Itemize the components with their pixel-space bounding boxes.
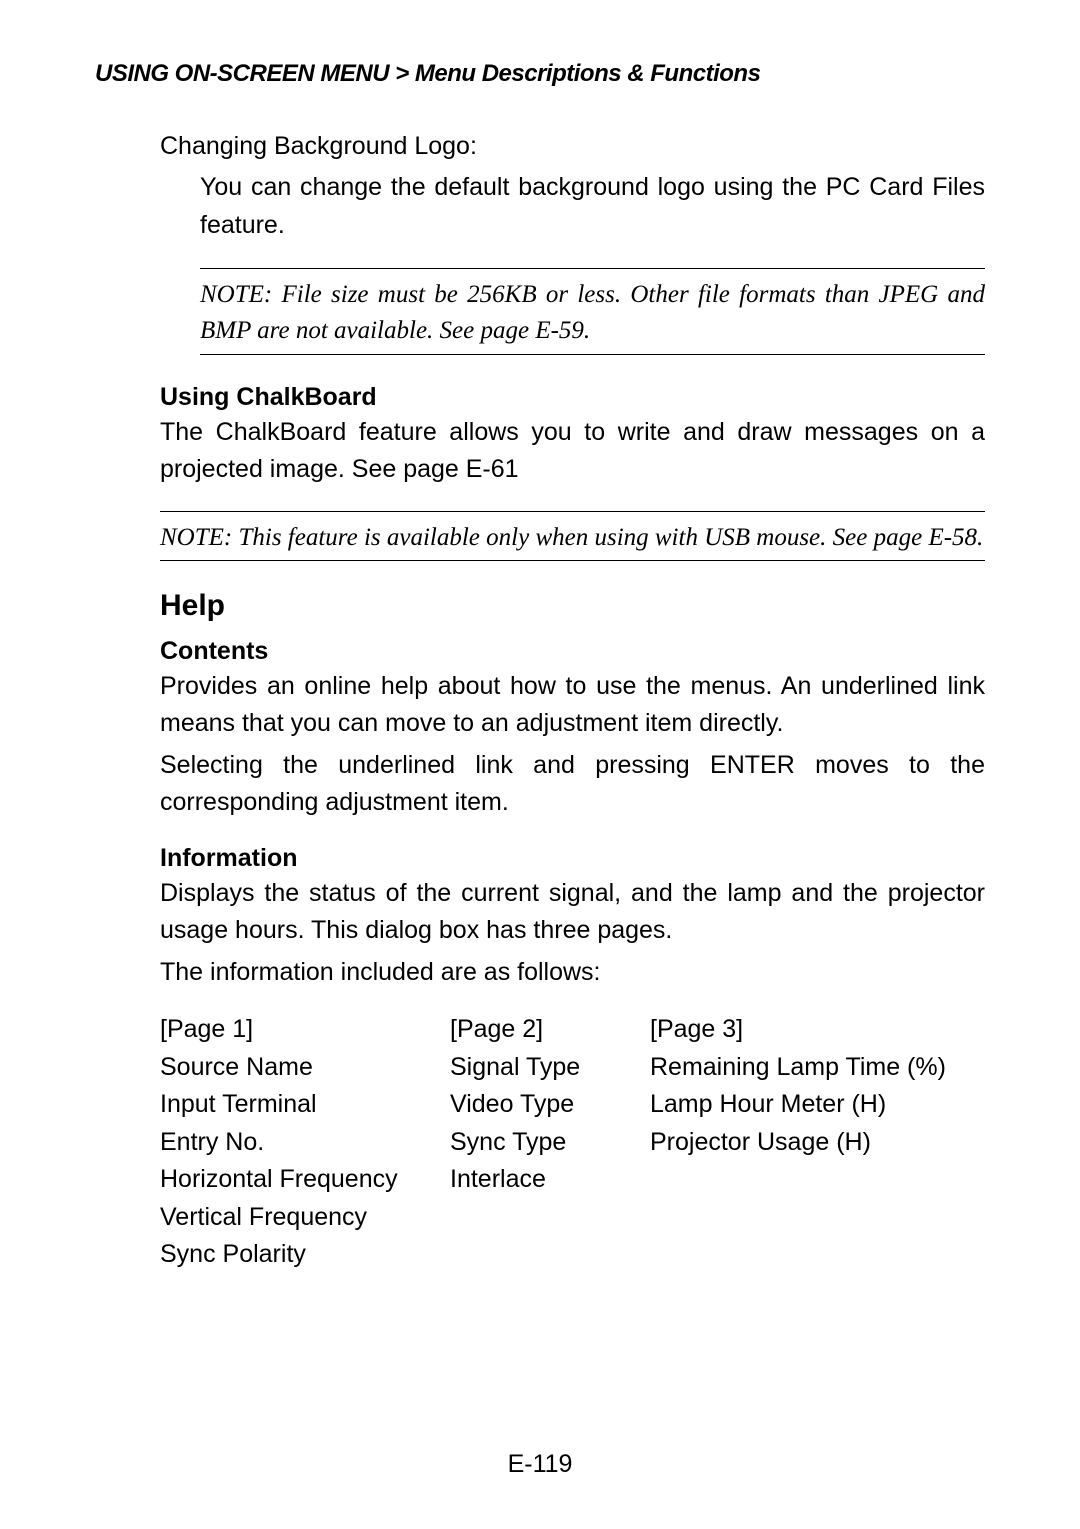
section-changing-logo-body: You can change the default background lo… (160, 169, 985, 244)
chevron-right-icon: > (395, 60, 415, 87)
section-chalkboard-heading: Using ChalkBoard (160, 383, 985, 412)
page2-header: [Page 2] (450, 1011, 650, 1049)
contents-body-1: Provides an online help about how to use… (160, 668, 985, 743)
help-heading: Help (160, 589, 985, 623)
page1-header: [Page 1] (160, 1011, 450, 1049)
page2-row: Video Type (450, 1086, 650, 1124)
breadcrumb: USING ON-SCREEN MENU > Menu Descriptions… (95, 60, 985, 88)
contents-heading: Contents (160, 637, 985, 666)
information-body-2: The information included are as follows: (160, 954, 985, 992)
page3-header: [Page 3] (650, 1011, 985, 1049)
page1-row: Sync Polarity (160, 1236, 450, 1274)
note-block-logo: NOTE: File size must be 256KB or less. O… (160, 268, 985, 355)
page3-row: Remaining Lamp Time (%) (650, 1049, 985, 1087)
main-content: Changing Background Logo: You can change… (95, 132, 985, 1274)
page1-row: Entry No. (160, 1124, 450, 1162)
page3-column: [Page 3] Remaining Lamp Time (%) Lamp Ho… (650, 1011, 985, 1274)
page-number: E-119 (0, 1450, 1080, 1479)
information-heading: Information (160, 844, 985, 873)
breadcrumb-part1: USING ON-SCREEN MENU (95, 60, 389, 87)
page1-column: [Page 1] Source Name Input Terminal Entr… (160, 1011, 450, 1274)
page1-row: Input Terminal (160, 1086, 450, 1124)
page2-row: Signal Type (450, 1049, 650, 1087)
page1-row: Vertical Frequency (160, 1199, 450, 1237)
page2-row: Interlace (450, 1161, 650, 1199)
information-body-1: Displays the status of the current signa… (160, 875, 985, 950)
page1-row: Source Name (160, 1049, 450, 1087)
contents-body-2: Selecting the underlined link and pressi… (160, 747, 985, 822)
note-text-chalkboard: NOTE: This feature is available only whe… (160, 511, 985, 561)
information-pages-table: [Page 1] Source Name Input Terminal Entr… (160, 1011, 985, 1274)
page2-row: Sync Type (450, 1124, 650, 1162)
page1-row: Horizontal Frequency (160, 1161, 450, 1199)
note-block-chalkboard: NOTE: This feature is available only whe… (160, 511, 985, 561)
section-chalkboard-body: The ChalkBoard feature allows you to wri… (160, 414, 985, 489)
page3-row: Projector Usage (H) (650, 1124, 985, 1162)
page3-row: Lamp Hour Meter (H) (650, 1086, 985, 1124)
breadcrumb-part2: Menu Descriptions & Functions (415, 60, 761, 87)
note-text-logo: NOTE: File size must be 256KB or less. O… (200, 268, 985, 355)
page2-column: [Page 2] Signal Type Video Type Sync Typ… (450, 1011, 650, 1274)
section-changing-logo-title: Changing Background Logo: (160, 132, 985, 161)
